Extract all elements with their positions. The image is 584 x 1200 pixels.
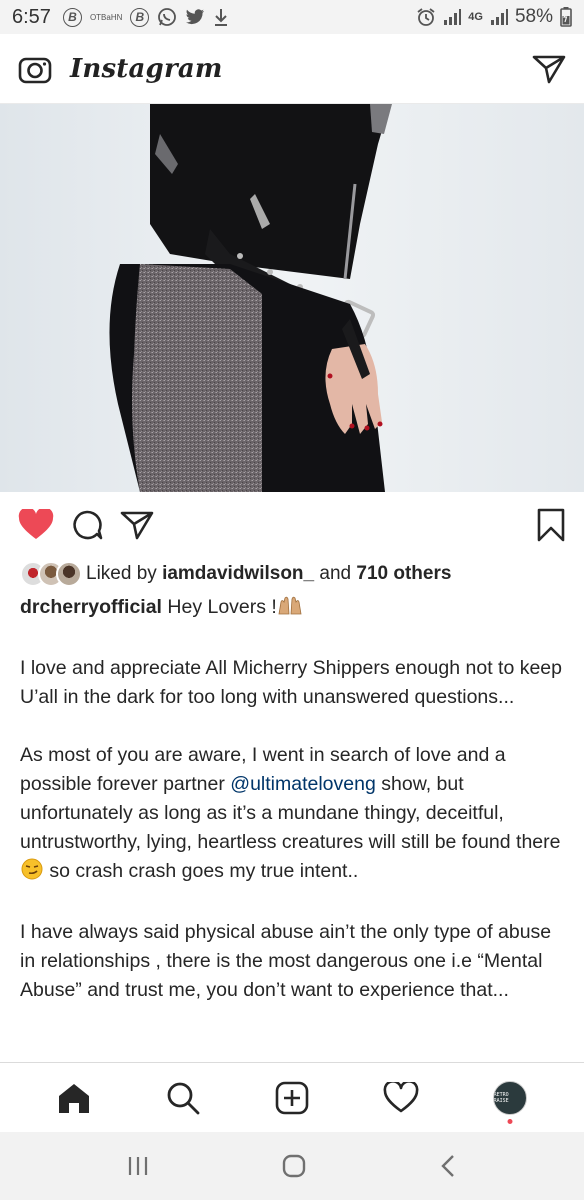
smirk-emoji-icon (20, 858, 44, 889)
battery-icon (560, 7, 572, 27)
liked-by-user[interactable]: iamdavidwilson_ (162, 563, 314, 585)
b-notification-icon: B (62, 7, 82, 27)
battery-percent: 58% (514, 6, 553, 27)
bottom-navigation: RETRO RAISE (0, 1062, 584, 1132)
notification-dot (507, 1118, 513, 1124)
avatar: RETRO RAISE (492, 1080, 527, 1115)
liked-by-others[interactable]: 710 others (356, 563, 451, 585)
search-icon[interactable] (153, 1081, 213, 1115)
alarm-icon (416, 7, 436, 27)
network-type: 4G (468, 11, 483, 23)
post-caption: drcherryofficial Hey Lovers ! I love and… (20, 593, 568, 1034)
share-icon[interactable] (120, 509, 154, 541)
caption-paragraph-1: I love and appreciate All Micherry Shipp… (20, 657, 563, 708)
download-icon (213, 7, 229, 27)
status-bar: 6:57 B OTBaHN B 4G 58% (0, 0, 584, 34)
avatar (56, 561, 82, 587)
b-notification-icon-2: B (130, 7, 150, 27)
signal-icon-2 (490, 9, 508, 25)
profile-tab[interactable]: RETRO RAISE (480, 1080, 540, 1124)
bookmark-icon[interactable] (536, 508, 566, 542)
caption-paragraph-2: As most of you are aware, I went in sear… (20, 741, 568, 889)
instagram-logo: Instagram (70, 53, 223, 84)
home-icon[interactable] (44, 1082, 104, 1114)
comment-icon[interactable] (70, 509, 104, 541)
otbahn-notification-icon: OTBaHN (89, 12, 123, 22)
caption-first-line: Hey Lovers ! (167, 596, 277, 618)
liker-avatars (20, 561, 82, 587)
caption-paragraph-3: I have always said physical abuse ain’t … (20, 921, 552, 1001)
activity-heart-icon[interactable] (371, 1081, 431, 1114)
caption-p2-after: so crash crash goes my true intent.. (49, 860, 359, 882)
liked-by-prefix: Liked by (86, 563, 157, 584)
back-icon[interactable] (438, 1154, 458, 1178)
home-button-icon[interactable] (281, 1153, 307, 1179)
likes-summary[interactable]: Liked by iamdavidwilson_ and 710 others (20, 558, 451, 590)
post-actions (0, 500, 584, 550)
mention-link[interactable]: @ultimateloveng (230, 773, 376, 795)
direct-message-icon[interactable] (532, 54, 566, 84)
caption-username[interactable]: drcherryofficial (20, 596, 162, 618)
liked-by-connector: and (319, 563, 352, 584)
twitter-icon (185, 8, 205, 26)
system-navigation-bar (0, 1132, 584, 1200)
whatsapp-icon (157, 7, 177, 27)
status-time: 6:57 (12, 5, 51, 28)
new-post-icon[interactable] (262, 1081, 322, 1115)
post-photo (0, 104, 584, 492)
signal-icon (443, 9, 462, 25)
camera-icon[interactable] (18, 54, 52, 84)
profile-avatar-text: RETRO RAISE (493, 1091, 509, 1104)
post-image[interactable] (0, 104, 584, 492)
raised-hands-emoji-icon (277, 596, 303, 625)
recent-apps-icon[interactable] (126, 1155, 150, 1177)
like-heart-icon[interactable] (18, 509, 54, 541)
app-header: Instagram (0, 34, 584, 104)
